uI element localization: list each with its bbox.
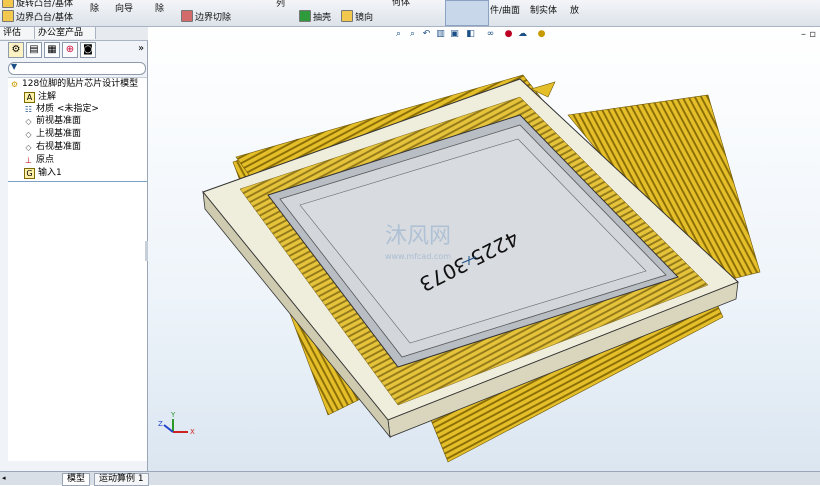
scroll-left-icon[interactable]: ◂	[2, 474, 10, 482]
tree-item-label: 材质 <未指定>	[36, 104, 99, 114]
highlighted-tool-button[interactable]	[445, 0, 489, 26]
watermark-text: 沐风网	[385, 224, 451, 249]
plane-icon: ◇	[25, 117, 32, 126]
part-icon: ⚙	[10, 80, 19, 89]
chip-model-render[interactable]: 4225 3073 沐风网 www.mfcad.com Y X Z	[148, 27, 820, 471]
tree-item-import[interactable]: G 输入1	[24, 168, 62, 179]
feature-manager-panel: ⚙ ▤ ▦ ⊕ ◙ » ▼ ⚙ 128位脚的贴片芯片设计模型 A 注解 ☷ 材质 <未…	[0, 41, 149, 471]
svg-text:Y: Y	[170, 411, 176, 419]
reference-geometry-label: 何体	[392, 0, 411, 8]
shell-button[interactable]: 抽壳	[299, 10, 331, 24]
combine-label: 件/曲面	[490, 6, 521, 16]
configuration-manager-icon[interactable]: ▦	[44, 42, 60, 58]
svg-text:X: X	[190, 428, 195, 436]
tab-evaluate[interactable]: 评估	[0, 27, 35, 39]
svg-text:Z: Z	[158, 420, 163, 428]
tab-evaluate-label: 评估	[3, 28, 22, 38]
boundary-cut-label: 边界切除	[195, 13, 232, 23]
tab-motion-study-label: 运动算例 1	[99, 474, 144, 484]
watermark-url: www.mfcad.com	[385, 252, 451, 261]
tree-root-label: 128位脚的贴片芯片设计模型	[22, 79, 139, 89]
tree-root[interactable]: ⚙ 128位脚的贴片芯片设计模型	[10, 79, 138, 90]
display-manager-icon[interactable]: ◙	[80, 42, 96, 58]
pattern-button[interactable]: 列	[276, 0, 285, 10]
boundary-boss-label: 边界凸台/基体	[16, 13, 74, 23]
property-manager-icon[interactable]: ▤	[26, 42, 42, 58]
cut-button-1[interactable]: 除	[90, 4, 99, 15]
revolve-boss-label: 旋转凸台/基体	[16, 0, 74, 9]
tab-office-products[interactable]: 办公室产品	[35, 27, 96, 39]
scale-label: 放	[570, 6, 580, 16]
boundary-boss-icon	[2, 10, 14, 22]
cut-label-1: 除	[90, 4, 100, 14]
annotation-icon: A	[24, 92, 35, 103]
coordinate-triad: Y X Z	[158, 411, 195, 436]
tree-item-label: 输入1	[38, 168, 62, 178]
tree-item-label: 前视基准面	[36, 116, 82, 126]
tree-item-label: 上视基准面	[36, 129, 82, 139]
tree-item-top-plane[interactable]: ◇ 上视基准面	[24, 129, 81, 140]
shell-label: 抽壳	[313, 13, 332, 23]
boundary-cut-button[interactable]: 边界切除	[181, 10, 231, 24]
cut-label-2: 除	[155, 4, 165, 14]
tab-motion-study[interactable]: 运动算例 1	[94, 473, 149, 486]
feature-tree: ⚙ 128位脚的贴片芯片设计模型 A 注解 ☷ 材质 <未指定> ◇ 前视基准面 ◇ 上视…	[8, 77, 147, 461]
filter-icon: ▼	[11, 62, 18, 71]
scale-button[interactable]: 放	[570, 6, 579, 17]
tree-item-label: 原点	[36, 155, 55, 165]
feature-tree-icon[interactable]: ⚙	[8, 42, 24, 58]
tree-item-origin[interactable]: ⊥ 原点	[24, 155, 54, 166]
shell-icon	[299, 10, 311, 22]
mirror-label: 镜向	[355, 13, 374, 23]
hole-wizard-button[interactable]: 向导	[115, 4, 133, 15]
revolve-icon	[2, 0, 14, 8]
split-button[interactable]: 制实体	[530, 6, 557, 17]
mirror-icon	[341, 10, 353, 22]
tree-item-front-plane[interactable]: ◇ 前视基准面	[24, 116, 81, 127]
material-icon: ☷	[24, 105, 33, 114]
rollback-bar[interactable]	[8, 181, 147, 182]
reference-geometry-button[interactable]: 何体	[392, 0, 410, 9]
split-label: 制实体	[530, 6, 558, 16]
tree-item-right-plane[interactable]: ◇ 右视基准面	[24, 142, 81, 153]
command-toolbar: 旋转凸台/基体 边界凸台/基体 除 向导 除 边界切除 列 抽壳 镜向 何体 件…	[0, 0, 820, 27]
cut-button-2[interactable]: 除	[155, 4, 164, 15]
tab-office-products-label: 办公室产品	[38, 28, 84, 38]
tree-filter-input[interactable]: ▼	[8, 62, 146, 75]
combine-button[interactable]: 件/曲面	[490, 6, 520, 17]
tab-model[interactable]: 模型	[62, 473, 91, 486]
pattern-label: 列	[276, 0, 286, 9]
tree-item-label: 右视基准面	[36, 142, 82, 152]
dimxpert-icon[interactable]: ⊕	[62, 42, 78, 58]
tab-model-label: 模型	[67, 474, 86, 484]
tree-item-material[interactable]: ☷ 材质 <未指定>	[24, 104, 99, 115]
plane-icon: ◇	[25, 143, 32, 152]
plane-icon: ◇	[25, 130, 32, 139]
expand-panel-icon[interactable]: »	[133, 42, 149, 58]
mirror-button[interactable]: 镜向	[341, 10, 373, 24]
tree-item-label: 注解	[38, 92, 57, 102]
tree-item-annotations[interactable]: A 注解	[24, 92, 56, 103]
boundary-boss-button[interactable]: 边界凸台/基体	[2, 10, 73, 24]
import-icon: G	[24, 168, 35, 179]
origin-icon: ⊥	[25, 156, 32, 165]
revolve-boss-button[interactable]: 旋转凸台/基体	[2, 0, 73, 10]
boundary-cut-icon	[181, 10, 193, 22]
bottom-tab-bar: ◂ 模型 运动算例 1	[0, 471, 820, 486]
panel-tabs: 评估 办公室产品	[0, 27, 148, 41]
hole-wizard-label: 向导	[115, 4, 134, 14]
graphics-area[interactable]: ⌕ ⌕ ↶ ▥ ▣ ◧ ∞ ● ☁ ● – ▫ 4225 3073 沐风网 ww…	[148, 27, 820, 471]
